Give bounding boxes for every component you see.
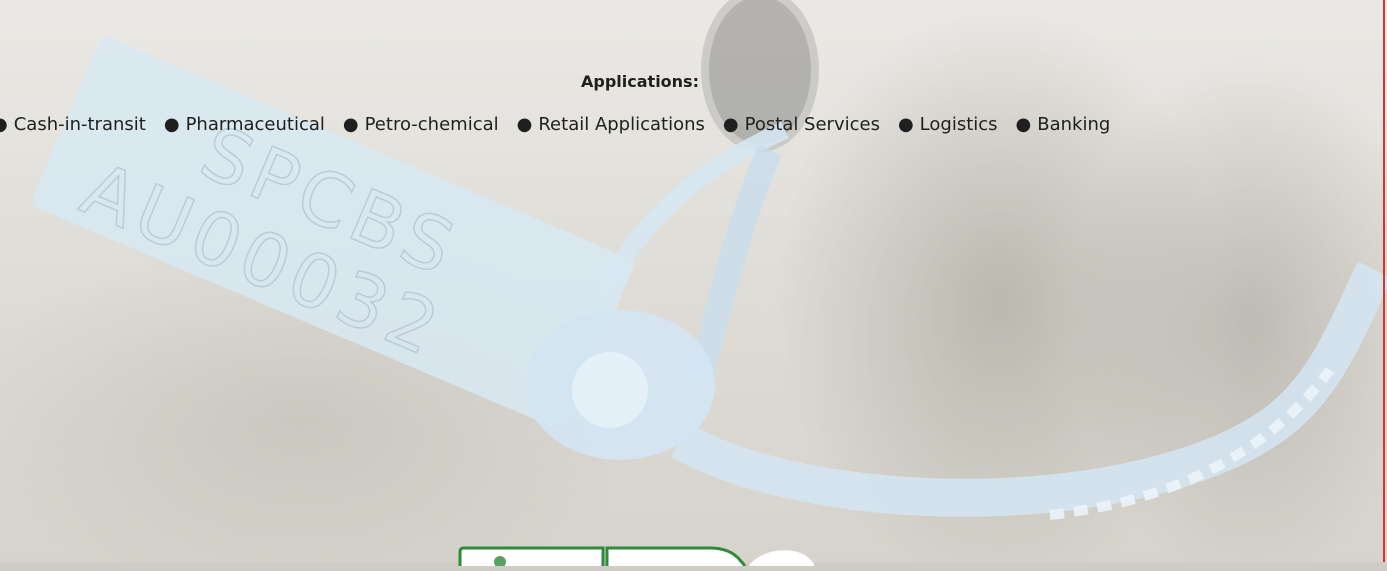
application-item: ● Pharmaceutical (164, 114, 325, 135)
bullet-icon: ● (722, 114, 739, 135)
logo-shape-middle (605, 546, 747, 567)
applications-list: ●Cash-in-transit ●Pharmaceutical ●Petro-… (0, 114, 1128, 135)
application-item: ● Postal Services (723, 114, 880, 135)
application-label: Logistics (919, 114, 998, 135)
application-item: ●Cash-in-transit (0, 114, 146, 135)
application-item: ● Retail Applications (517, 114, 705, 135)
logo-shape-left (458, 546, 605, 566)
application-label: Banking (1037, 114, 1111, 135)
bullet-icon: ● (516, 114, 533, 135)
application-item: ● Banking (1016, 114, 1111, 135)
company-logo (455, 546, 815, 568)
application-label: Pharmaceutical (185, 114, 325, 135)
application-label: Postal Services (744, 114, 880, 135)
bullet-icon: ● (342, 114, 359, 135)
logo-shape-right (748, 550, 815, 568)
application-item: ● Petro-chemical (343, 114, 499, 135)
applications-title: Applications: (581, 72, 699, 91)
bullet-icon: ● (0, 114, 8, 135)
application-item: ● Logistics (898, 114, 998, 135)
bullet-icon: ● (1015, 114, 1032, 135)
application-label: Cash-in-transit (13, 114, 146, 135)
bullet-icon: ● (897, 114, 914, 135)
application-label: Retail Applications (538, 114, 705, 135)
bullet-icon: ● (163, 114, 180, 135)
applications-section: Applications: ●Cash-in-transit ●Pharmace… (0, 70, 1387, 150)
application-label: Petro-chemical (364, 114, 499, 135)
